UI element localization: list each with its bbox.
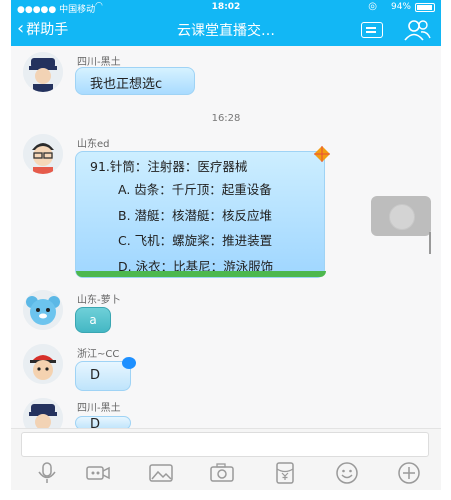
back-chevron-icon: ‹ [17, 18, 25, 39]
option-a: A. 齿条：千斤顶：起重设备 [118, 182, 272, 197]
top-bar: ●●●●● 中国移动 ◠ 18:02 ◎ 94% ‹ 群助手 云课堂直播交… [11, 0, 441, 46]
chat-title: 云课堂直播交… [177, 23, 275, 39]
back-button[interactable]: ‹ 群助手 [17, 19, 68, 39]
input-area [11, 428, 441, 490]
message-timestamp: 16:28 [211, 113, 241, 124]
profile-card-icon[interactable] [361, 22, 383, 38]
message-text: D [90, 368, 101, 383]
battery-percent: 94% [390, 2, 411, 12]
message-text: 我也正想选c [90, 77, 163, 92]
message-bubble[interactable]: 我也正想选c [75, 67, 195, 95]
voice-icon[interactable] [33, 461, 61, 485]
avatar[interactable] [23, 134, 63, 174]
question-text: 91.针筒：注射器：医疗器械 [90, 159, 248, 174]
message-input[interactable] [21, 432, 429, 457]
camera-icon[interactable] [208, 461, 236, 485]
bubble-decoration [76, 271, 326, 277]
sender-name: 浙江~CC [77, 349, 120, 360]
back-label: 群助手 [26, 22, 69, 38]
message-bubble[interactable]: 91.针筒：注射器：医疗器械 A. 齿条：千斤顶：起重设备 B. 潜艇：核潜艇：… [75, 146, 330, 278]
message-bubble[interactable]: a [75, 307, 111, 333]
avatar[interactable] [23, 52, 63, 92]
video-icon[interactable] [84, 461, 112, 485]
sender-name: 山东-萝卜 [77, 295, 121, 306]
sender-name: 四川-黑土 [77, 403, 121, 414]
status-bar: ●●●●● 中国移动 ◠ 18:02 ◎ 94% [11, 0, 441, 15]
plus-icon[interactable] [395, 461, 423, 485]
option-c: C. 飞机：螺旋桨：推进装置 [118, 233, 273, 248]
fish-icon [122, 357, 136, 369]
option-b: B. 潜艇：核潜艇：核反应堆 [118, 207, 273, 223]
avatar[interactable] [23, 290, 63, 330]
sender-name: 四川-黑土 [77, 57, 121, 68]
floating-assistive-button[interactable] [371, 196, 431, 236]
message-text: a [89, 313, 97, 327]
red-packet-icon[interactable] [271, 461, 299, 485]
chat-screen: ●●●●● 中国移动 ◠ 18:02 ◎ 94% ‹ 群助手 云课堂直播交… 四… [11, 0, 441, 490]
kite-icon [314, 146, 330, 162]
emoji-icon[interactable] [333, 461, 361, 485]
image-icon[interactable] [147, 461, 175, 485]
sender-name: 山东ed [77, 139, 110, 150]
message-bubble[interactable]: D [75, 357, 136, 391]
nav-bar: ‹ 群助手 云课堂直播交… [11, 14, 441, 46]
battery-icon [415, 3, 435, 12]
scrollbar[interactable] [429, 232, 431, 254]
avatar[interactable] [23, 344, 63, 384]
alarm-icon: ◎ [368, 1, 377, 12]
group-members-icon[interactable] [403, 19, 431, 41]
